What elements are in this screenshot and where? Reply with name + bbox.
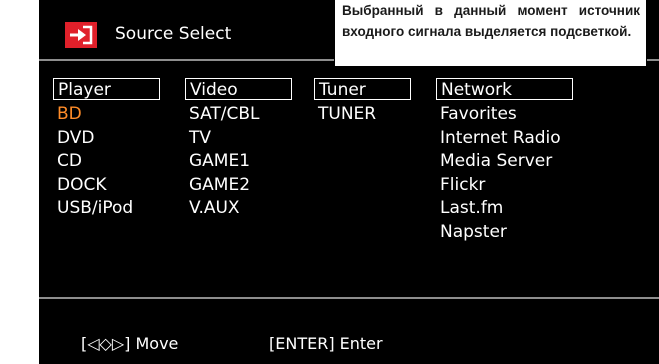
source-item-game1[interactable]: GAME1 [185, 150, 292, 174]
source-item-napster[interactable]: Napster [436, 221, 573, 245]
source-item-favorites[interactable]: Favorites [436, 103, 573, 127]
source-item-game2[interactable]: GAME2 [185, 174, 292, 198]
source-item-tuner[interactable]: TUNER [314, 103, 411, 127]
column-network: Network Favorites Internet Radio Media S… [436, 78, 573, 245]
tab-tuner[interactable]: Tuner [314, 78, 411, 100]
source-item-cd[interactable]: CD [53, 150, 160, 174]
column-video: Video SAT/CBL TV GAME1 GAME2 V.AUX [185, 78, 292, 221]
source-item-usb-ipod[interactable]: USB/iPod [53, 197, 160, 221]
footer-divider [39, 297, 659, 299]
source-item-bd[interactable]: BD [53, 103, 160, 127]
column-tuner: Tuner TUNER [314, 78, 411, 127]
page-title: Source Select [115, 24, 232, 44]
move-hint: [◁◇▷] Move [81, 334, 179, 353]
source-item-internet-radio[interactable]: Internet Radio [436, 127, 573, 151]
source-item-media-server[interactable]: Media Server [436, 150, 573, 174]
enter-hint: [ENTER] Enter [269, 334, 383, 353]
callout-note: Выбранный в данный момент источник входн… [334, 0, 647, 67]
tab-player[interactable]: Player [53, 78, 160, 100]
source-item-dvd[interactable]: DVD [53, 127, 160, 151]
source-item-last-fm[interactable]: Last.fm [436, 197, 573, 221]
column-player: Player BD DVD CD DOCK USB/iPod [53, 78, 160, 221]
source-input-icon [65, 22, 97, 48]
source-item-dock[interactable]: DOCK [53, 174, 160, 198]
tab-network[interactable]: Network [436, 78, 573, 100]
source-item-flickr[interactable]: Flickr [436, 174, 573, 198]
tab-video[interactable]: Video [185, 78, 292, 100]
source-item-tv[interactable]: TV [185, 127, 292, 151]
source-item-v-aux[interactable]: V.AUX [185, 197, 292, 221]
source-item-sat-cbl[interactable]: SAT/CBL [185, 103, 292, 127]
